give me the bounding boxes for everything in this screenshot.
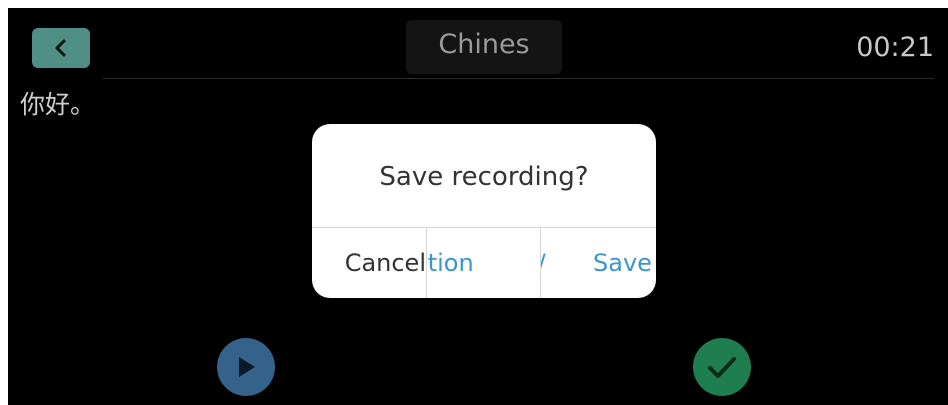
header-divider — [103, 78, 934, 79]
play-icon — [239, 357, 255, 377]
play-button[interactable] — [217, 338, 275, 396]
chevron-left-icon — [55, 39, 66, 57]
middle-button-label: ation — [427, 249, 474, 277]
dialog-actions: Cancel ation T/ Save — [312, 228, 656, 298]
save-button[interactable]: T/ Save — [541, 228, 655, 298]
dialog-title: Save recording? — [379, 162, 589, 192]
language-title[interactable]: Chines — [406, 20, 562, 74]
confirm-button[interactable] — [693, 338, 751, 396]
back-button[interactable] — [32, 28, 90, 68]
dialog-middle-button[interactable]: ation — [427, 228, 540, 298]
truncated-label: T/ — [541, 228, 546, 298]
cancel-label: Cancel — [344, 249, 426, 277]
recording-timer: 00:21 — [856, 32, 934, 63]
transcript-text: 你好。 — [20, 90, 96, 119]
checkmark-icon — [708, 357, 736, 378]
save-recording-dialog: Save recording? Cancel ation T/ Save — [312, 124, 656, 298]
save-label: Save — [593, 249, 652, 277]
cancel-button[interactable]: Cancel — [312, 228, 426, 298]
recorder-screen: Chines 00:21 你好。 Save recording? Cancel … — [8, 8, 948, 405]
